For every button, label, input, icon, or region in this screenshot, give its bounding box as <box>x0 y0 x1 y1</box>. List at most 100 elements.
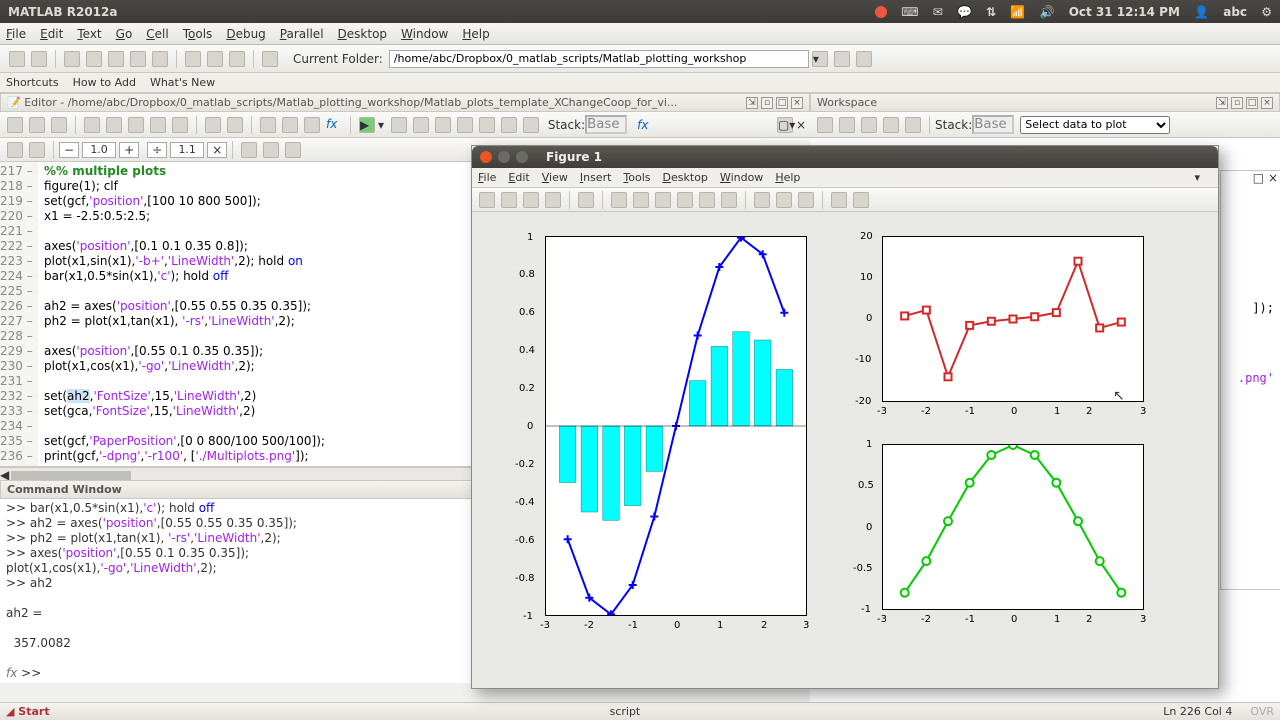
fig-legend-icon[interactable] <box>798 192 814 208</box>
menu-window[interactable]: Window <box>401 27 448 41</box>
zoom-div[interactable]: ÷ <box>147 142 167 158</box>
undo-icon[interactable] <box>130 51 146 67</box>
gear-icon[interactable]: ⚙ <box>1261 5 1272 19</box>
open-icon[interactable] <box>31 51 47 67</box>
ws-min-icon[interactable]: ▫ <box>1231 97 1243 109</box>
ed-bookmark-icon[interactable] <box>260 117 276 133</box>
editor-max-icon[interactable]: □ <box>776 97 788 109</box>
ws-max-icon[interactable]: □ <box>1246 97 1258 109</box>
cell-enable-icon[interactable] <box>7 142 23 158</box>
menu-desktop[interactable]: Desktop <box>338 27 388 41</box>
menu-cell[interactable]: Cell <box>146 27 168 41</box>
menu-tools[interactable]: Tools <box>183 27 213 41</box>
ed-undo-icon[interactable] <box>150 117 166 133</box>
ws-save-icon[interactable] <box>861 117 877 133</box>
record-icon[interactable] <box>875 6 887 18</box>
fig-link-icon[interactable] <box>754 192 770 208</box>
menu-help[interactable]: Help <box>462 27 489 41</box>
chat-icon[interactable]: 💬 <box>957 5 972 19</box>
fig-hide-icon[interactable] <box>831 192 847 208</box>
stack-select[interactable] <box>585 115 627 134</box>
fig-pointer-icon[interactable] <box>578 192 594 208</box>
ed-close2-icon[interactable]: × <box>796 118 806 132</box>
ed-find-icon[interactable] <box>227 117 243 133</box>
figure-window[interactable]: Figure 1 File Edit View Insert Tools Des… <box>471 145 1219 689</box>
ed-print-icon[interactable] <box>205 117 221 133</box>
fmenu-window[interactable]: Window <box>720 171 763 184</box>
axes-tan[interactable] <box>882 236 1144 402</box>
simulink-icon[interactable] <box>185 51 201 67</box>
redo-icon[interactable] <box>152 51 168 67</box>
ed-stop-icon[interactable] <box>413 117 429 133</box>
fig-new-icon[interactable] <box>479 192 495 208</box>
fmenu-file[interactable]: File <box>478 171 496 184</box>
fx-insert-icon[interactable]: fx <box>637 118 648 132</box>
ws-new-icon[interactable] <box>817 117 833 133</box>
fig-min-icon[interactable] <box>498 151 510 163</box>
ws-close-icon[interactable]: × <box>1261 97 1273 109</box>
ws-stack-select[interactable] <box>972 115 1014 134</box>
fmenu-edit[interactable]: Edit <box>508 171 529 184</box>
ed-cut-icon[interactable] <box>84 117 100 133</box>
zoom-minus[interactable]: − <box>59 142 79 158</box>
profiler-icon[interactable] <box>229 51 245 67</box>
browse-folder-icon[interactable] <box>834 51 850 67</box>
zoom-b[interactable]: 1.1 <box>170 142 204 158</box>
fig-pan-icon[interactable] <box>655 192 671 208</box>
ed-open-icon[interactable] <box>29 117 45 133</box>
ed-continue-icon[interactable] <box>501 117 517 133</box>
fig-show-icon[interactable] <box>853 192 869 208</box>
fig-zoomin-icon[interactable] <box>611 192 627 208</box>
zoom-plus[interactable]: + <box>119 142 139 158</box>
ws-plot-select[interactable]: Select data to plot <box>1020 116 1170 134</box>
fmenu-tools[interactable]: Tools <box>623 171 650 184</box>
menu-debug[interactable]: Debug <box>226 27 265 41</box>
new-icon[interactable] <box>9 51 25 67</box>
fig-datatip-icon[interactable] <box>699 192 715 208</box>
ed-fwd-icon[interactable] <box>304 117 320 133</box>
fig-print-icon[interactable] <box>545 192 561 208</box>
fmenu-insert[interactable]: Insert <box>580 171 612 184</box>
ed-redo-icon[interactable] <box>172 117 188 133</box>
eval-cell-icon[interactable] <box>241 142 257 158</box>
clock[interactable]: Oct 31 12:14 PM <box>1069 5 1180 19</box>
cut-icon[interactable] <box>64 51 80 67</box>
eval-advance-icon[interactable] <box>263 142 279 158</box>
menu-text[interactable]: Text <box>77 27 101 41</box>
ws-print-icon[interactable] <box>883 117 899 133</box>
zoom-a[interactable]: 1.0 <box>82 142 116 158</box>
fig-colorbar-icon[interactable] <box>776 192 792 208</box>
cell-insert-icon[interactable] <box>29 142 45 158</box>
copy-icon[interactable] <box>86 51 102 67</box>
axes-sin-bar[interactable] <box>545 236 807 616</box>
ed-fx-icon[interactable]: fx <box>326 117 342 133</box>
menu-go[interactable]: Go <box>116 27 133 41</box>
ed-new-icon[interactable] <box>7 117 23 133</box>
ed-stepout-icon[interactable] <box>479 117 495 133</box>
menu-edit[interactable]: Edit <box>40 27 63 41</box>
axes-cos[interactable] <box>882 444 1144 610</box>
ed-layout-icon[interactable]: ▢▾ <box>777 117 793 133</box>
network-icon[interactable]: ⇅ <box>986 5 996 19</box>
figure-title-bar[interactable]: Figure 1 <box>472 146 1218 168</box>
editor-dock-icon[interactable]: ⇲ <box>746 97 758 109</box>
ed-stepin-icon[interactable] <box>435 117 451 133</box>
fmenu-chevron-icon[interactable]: ▾ <box>1194 171 1200 184</box>
fig-close-icon[interactable] <box>480 151 492 163</box>
mail-icon[interactable]: ✉ <box>933 5 943 19</box>
menu-file[interactable]: File <box>6 27 26 41</box>
editor-min-icon[interactable]: ▫ <box>761 97 773 109</box>
fmenu-view[interactable]: View <box>542 171 568 184</box>
fmenu-desktop[interactable]: Desktop <box>663 171 708 184</box>
howtoadd-link[interactable]: How to Add <box>73 76 136 89</box>
editor-close-icon[interactable]: × <box>791 97 803 109</box>
volume-icon[interactable]: 🔊 <box>1040 5 1055 19</box>
fig-save-icon[interactable] <box>523 192 539 208</box>
fig-zoomout-icon[interactable] <box>633 192 649 208</box>
help-icon[interactable] <box>262 51 278 67</box>
ed-run-icon[interactable]: ▶ <box>359 117 375 133</box>
ed-paste-icon[interactable] <box>128 117 144 133</box>
fig-max-icon[interactable] <box>516 151 528 163</box>
ed-stepover-icon[interactable] <box>457 117 473 133</box>
ws-delete-icon[interactable] <box>905 117 921 133</box>
